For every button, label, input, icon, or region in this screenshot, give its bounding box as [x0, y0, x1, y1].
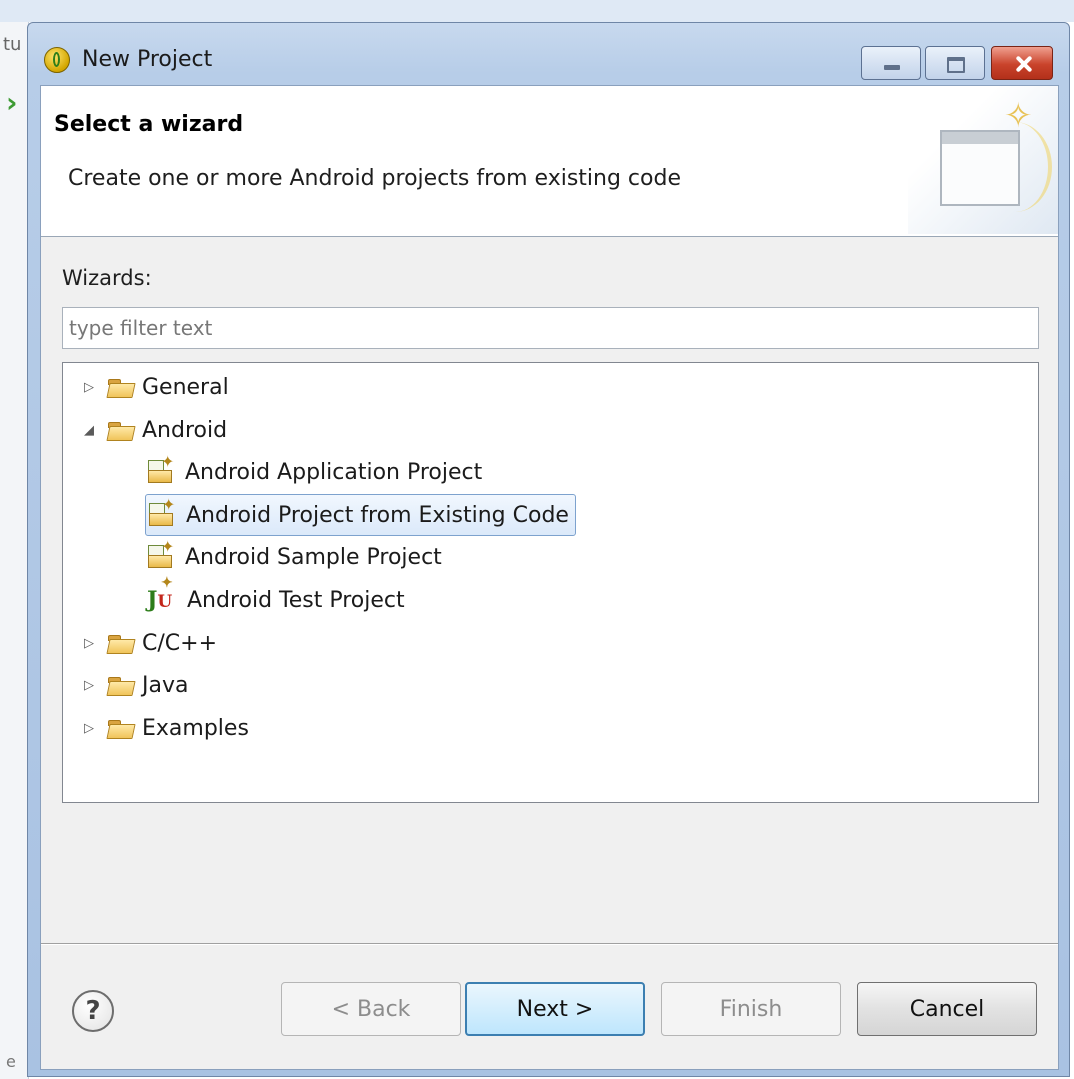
new-wizard-banner-icon: ✧: [908, 86, 1058, 234]
tree-item-label: Android Application Project: [185, 459, 483, 485]
folder-icon: [108, 633, 134, 653]
junit-icon: JU ✦: [147, 575, 173, 613]
background-toolbar: [0, 0, 1074, 22]
background-text-fragment: e: [6, 1052, 16, 1071]
folder-icon: [108, 718, 134, 738]
tree-item-label: Android: [142, 417, 228, 443]
title-bar[interactable]: New Project: [28, 23, 1069, 83]
expand-arrow-icon[interactable]: ▷: [82, 380, 96, 395]
next-button[interactable]: Next >: [465, 982, 645, 1036]
close-button[interactable]: [991, 46, 1053, 80]
tree-item-label: General: [142, 374, 229, 400]
tree-item-android-test-project[interactable]: JU ✦ Android Test Project: [147, 575, 405, 619]
tree-item-label: Android Test Project: [187, 587, 405, 613]
expand-arrow-icon[interactable]: ▷: [82, 721, 96, 736]
android-project-icon: ✦: [147, 452, 175, 486]
folder-icon: [108, 377, 134, 397]
new-project-dialog: New Project Select a wizard Create one o…: [27, 22, 1070, 1077]
tree-item-label: Examples: [142, 715, 249, 741]
wizards-label: Wizards:: [62, 266, 152, 290]
tree-item-android-application-project[interactable]: ✦ Android Application Project: [147, 452, 483, 491]
maximize-button[interactable]: [925, 46, 985, 80]
filter-input[interactable]: [62, 307, 1039, 349]
background-text-fragment: tu: [3, 34, 22, 55]
back-button[interactable]: < Back: [281, 982, 461, 1036]
folder-icon: [108, 420, 134, 440]
expand-arrow-icon[interactable]: ▷: [82, 678, 96, 693]
folder-icon: [108, 675, 134, 695]
button-bar-separator: [41, 943, 1058, 945]
help-icon: ?: [85, 996, 101, 1026]
tree-item-android-project-from-existing-code[interactable]: ✦ Android Project from Existing Code: [145, 494, 576, 536]
collapse-arrow-icon[interactable]: ◢: [82, 423, 96, 438]
banner-title: Select a wizard: [54, 112, 244, 137]
android-project-icon: ✦: [147, 537, 175, 571]
tree-item-java[interactable]: ▷ Java: [82, 666, 188, 704]
tree-item-label: Android Sample Project: [185, 544, 442, 570]
finish-button[interactable]: Finish: [661, 982, 841, 1036]
dialog-content: Select a wizard Create one or more Andro…: [40, 85, 1059, 1070]
sparkle-icon: ✧: [1004, 96, 1033, 136]
wizard-tree[interactable]: ▷ General ◢ Android ✦ Android Applicatio…: [62, 362, 1039, 803]
tree-item-general[interactable]: ▷ General: [82, 368, 229, 406]
tree-item-examples[interactable]: ▷ Examples: [82, 709, 249, 747]
tree-item-label: C/C++: [142, 630, 218, 656]
run-arrow-icon: ›: [6, 86, 18, 119]
tree-item-c-cpp[interactable]: ▷ C/C++: [82, 624, 217, 662]
eclipse-juno-icon: [44, 47, 70, 73]
tree-item-android-sample-project[interactable]: ✦ Android Sample Project: [147, 537, 442, 576]
help-button[interactable]: ?: [72, 990, 114, 1032]
background-side-panel: [0, 22, 29, 1079]
cancel-button[interactable]: Cancel: [857, 982, 1037, 1036]
minimize-button[interactable]: [861, 46, 921, 80]
window-title: New Project: [82, 47, 213, 72]
android-project-icon: ✦: [148, 495, 176, 529]
tree-item-android[interactable]: ◢ Android: [82, 411, 227, 449]
tree-item-label: Android Project from Existing Code: [186, 502, 569, 528]
banner-description: Create one or more Android projects from…: [68, 166, 681, 191]
banner-window-graphic: [940, 130, 1020, 206]
expand-arrow-icon[interactable]: ▷: [82, 636, 96, 651]
wizard-banner: Select a wizard Create one or more Andro…: [41, 86, 1058, 237]
tree-item-label: Java: [142, 672, 189, 698]
